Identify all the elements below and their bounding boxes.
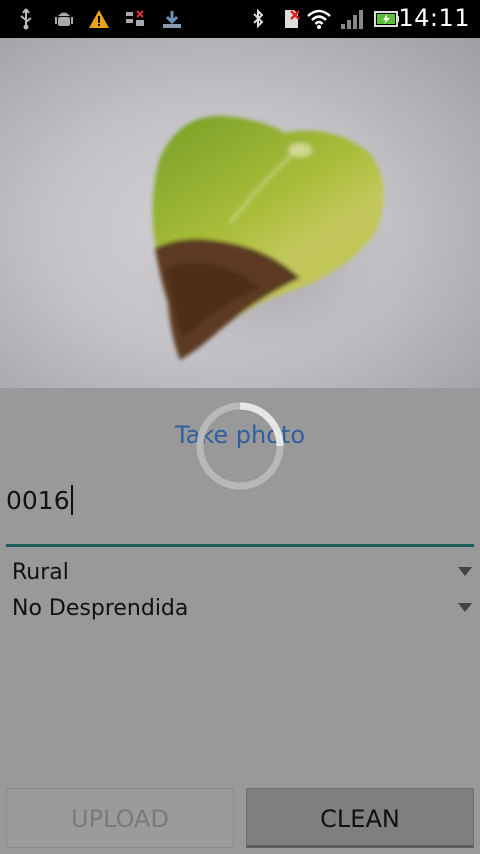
download-icon <box>163 11 181 28</box>
text-caret <box>70 485 73 515</box>
bluetooth-icon <box>253 8 264 29</box>
code-input-underline <box>6 544 474 547</box>
sim-error-icon <box>126 10 144 26</box>
clean-button[interactable]: CLEAN <box>246 788 474 848</box>
usb-icon <box>20 8 32 30</box>
signal-icon <box>341 10 363 29</box>
android-debug-icon <box>55 12 73 26</box>
loading-spinner-icon <box>196 402 284 490</box>
code-input[interactable]: 0016 <box>6 484 474 528</box>
leaf-photo-image <box>130 115 410 378</box>
clock-time: 14:11 <box>398 4 470 32</box>
code-input-value: 0016 <box>6 486 70 515</box>
detachment-selected: No Desprendida <box>12 596 189 621</box>
upload-button[interactable]: UPLOAD <box>6 788 234 848</box>
dropdown-arrow-icon <box>458 567 472 576</box>
no-sim-icon <box>285 10 300 28</box>
form-area: Take photo 0016 Rural No Desprendida UPL… <box>0 388 480 854</box>
wifi-icon <box>307 9 331 29</box>
area-type-dropdown[interactable]: Rural <box>12 557 472 589</box>
detachment-dropdown[interactable]: No Desprendida <box>12 593 472 625</box>
photo-preview <box>0 38 480 388</box>
warning-icon <box>89 10 109 28</box>
battery-charging-icon <box>374 11 399 27</box>
area-type-selected: Rural <box>12 560 69 585</box>
status-bar: 14:11 <box>0 0 480 38</box>
dropdown-arrow-icon <box>458 603 472 612</box>
